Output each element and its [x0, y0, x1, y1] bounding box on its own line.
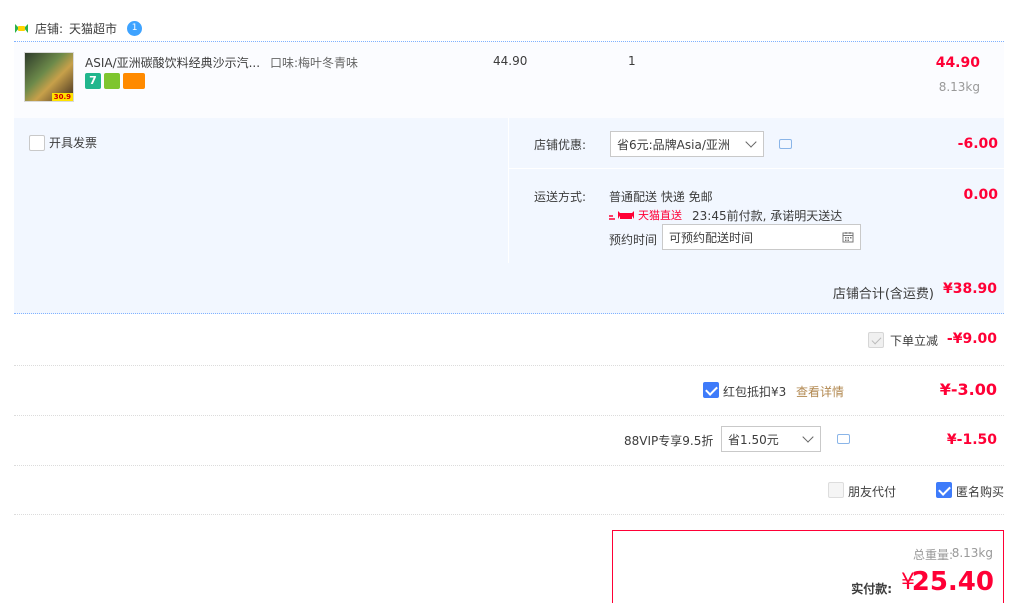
shop-discount-row: 店铺优惠: 省6元:品牌Asia/亚洲 -6.00 — [509, 118, 1005, 169]
shop-total-label: 店铺合计(含运费) — [832, 287, 934, 302]
order-discount-checkbox — [868, 332, 884, 348]
red-packet-checkbox[interactable] — [703, 382, 719, 398]
order-discount-label: 下单立减 — [890, 334, 939, 348]
chevron-down-icon — [802, 431, 814, 443]
payment-summary: 总重量: 8.13kg 实付款: ¥ 25.40 — [612, 530, 1004, 603]
order-discount-amount: -¥9.00 — [946, 331, 997, 347]
item-thumbnail[interactable]: 30.9 — [24, 52, 74, 102]
invoice-label: 开具发票 — [49, 136, 98, 150]
calendar-icon[interactable] — [842, 231, 854, 243]
comment-icon[interactable] — [779, 139, 792, 149]
credit-card-icon[interactable] — [123, 73, 145, 89]
seven-day-return-icon[interactable]: 7 — [85, 73, 101, 89]
vip-label: 88VIP专享9.5折 — [624, 434, 714, 448]
total-weight: 8.13kg — [951, 546, 993, 560]
anonymous-checkbox[interactable] — [936, 482, 952, 498]
red-packet-row: 红包抵扣¥3 查看详情 ¥-3.00 — [14, 366, 1004, 415]
divider — [14, 514, 1004, 515]
shipping-method: 普通配送 快递 免邮 — [609, 190, 713, 204]
direct-badge-text: 天猫直送 — [638, 209, 682, 222]
schedule-time-input[interactable]: 可预约配送时间 — [662, 224, 861, 250]
item-sku: 口味:梅叶冬青味 — [270, 56, 359, 70]
red-packet-label: 红包抵扣¥3 — [723, 385, 787, 399]
line-weight: 8.13kg — [938, 80, 980, 94]
tmall-shop-icon — [15, 23, 28, 33]
tmall-direct-icon — [609, 211, 634, 220]
red-packet-amount: ¥-3.00 — [939, 380, 997, 399]
shop-total-amount: ¥38.90 — [942, 281, 997, 297]
order-extras-panel: 开具发票 店铺优惠: 省6元:品牌Asia/亚洲 -6.00 运送方式: 普通配… — [14, 118, 1005, 314]
vip-discount-select[interactable]: 省1.50元 — [721, 426, 821, 452]
vip-discount-value: 省1.50元 — [728, 432, 779, 447]
guarantee-icon[interactable] — [104, 73, 120, 89]
line-total: 44.90 — [935, 55, 980, 71]
shipping-amount: 0.00 — [963, 187, 998, 203]
thumb-price-tag: 30.9 — [51, 93, 73, 101]
shop-discount-label: 店铺优惠: — [534, 138, 587, 152]
schedule-label: 预约时间 — [609, 233, 658, 247]
unit-price: 44.90 — [493, 54, 528, 68]
friend-pay-checkbox[interactable] — [828, 482, 844, 498]
promo-shipping-panel: 店铺优惠: 省6元:品牌Asia/亚洲 -6.00 运送方式: 普通配送 快递 … — [508, 118, 1005, 263]
direct-badge: 天猫直送 — [609, 207, 682, 223]
pay-label: 实付款: — [851, 582, 892, 596]
shop-discount-amount: -6.00 — [957, 136, 998, 152]
shop-discount-select[interactable]: 省6元:品牌Asia/亚洲 — [610, 131, 764, 157]
quantity: 1 — [628, 54, 636, 68]
shipping-label: 运送方式: — [534, 190, 587, 204]
red-packet-details-link[interactable]: 查看详情 — [796, 383, 844, 400]
pay-amount: 25.40 — [911, 567, 994, 597]
shop-total-row: 店铺合计(含运费) ¥38.90 — [14, 263, 1004, 314]
service-icons: 7 — [85, 73, 145, 89]
chevron-down-icon — [745, 136, 757, 148]
shop-header: 店铺: 天猫超市 1 — [14, 16, 143, 40]
payment-options-row: 朋友代付 匿名购买 — [14, 466, 1004, 514]
total-weight-label: 总重量: — [912, 548, 953, 562]
order-discount-row: 下单立减 -¥9.00 — [14, 315, 1004, 365]
vip-amount: ¥-1.50 — [946, 432, 997, 448]
item-row: 30.9 ASIA/亚洲碳酸饮料经典沙示汽... 口味:梅叶冬青味 7 44.9… — [14, 41, 1004, 118]
friend-pay-label: 朋友代付 — [848, 485, 897, 499]
anonymous-label: 匿名购买 — [956, 485, 1005, 499]
wangwang-chat-icon[interactable]: 1 — [127, 20, 143, 36]
shop-discount-value: 省6元:品牌Asia/亚洲 — [617, 137, 730, 152]
item-title[interactable]: ASIA/亚洲碳酸饮料经典沙示汽... — [85, 54, 260, 71]
vip-row: 88VIP专享9.5折 省1.50元 ¥-1.50 — [14, 416, 1004, 465]
shipping-row: 运送方式: 普通配送 快递 免邮 天猫直送 23:45前付款, 承诺明天送达 预… — [509, 170, 1005, 263]
shop-label: 店铺: — [35, 21, 64, 36]
invoice-option[interactable]: 开具发票 — [29, 134, 97, 151]
invoice-checkbox[interactable] — [29, 134, 45, 151]
comment-icon[interactable] — [837, 434, 850, 444]
shop-name[interactable]: 天猫超市 — [69, 20, 117, 37]
schedule-placeholder: 可预约配送时间 — [669, 230, 754, 245]
delivery-promise: 23:45前付款, 承诺明天送达 — [692, 209, 843, 223]
